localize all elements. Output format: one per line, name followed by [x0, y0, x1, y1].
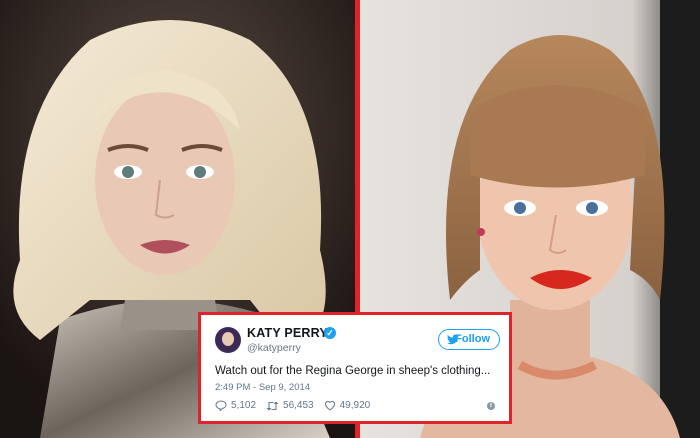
info-icon[interactable]: i	[487, 402, 495, 410]
retweet-icon	[266, 401, 279, 410]
tweet-text: Watch out for the Regina George in sheep…	[215, 365, 491, 377]
follow-label: Follow	[455, 333, 490, 345]
tweet-stats: 5,102 56,453 49,920	[215, 400, 380, 411]
tweet-author-handle[interactable]: @katyperry	[247, 342, 301, 354]
retweet-count: 56,453	[283, 400, 314, 411]
follow-button[interactable]: Follow	[438, 329, 500, 350]
like-stat[interactable]: 49,920	[324, 400, 371, 411]
like-count: 49,920	[339, 400, 371, 411]
reply-icon	[215, 400, 227, 411]
twitter-bird-icon	[447, 334, 459, 345]
verified-icon: ✓	[324, 327, 336, 339]
avatar[interactable]	[215, 327, 241, 353]
tweet-author-name[interactable]: KATY PERRY	[247, 326, 328, 340]
heart-icon	[324, 401, 335, 411]
tweet-timestamp[interactable]: 2:49 PM - Sep 9, 2014	[215, 382, 310, 393]
reply-stat[interactable]: 5,102	[215, 400, 256, 411]
retweet-stat[interactable]: 56,453	[266, 400, 314, 411]
embedded-tweet-card[interactable]: KATY PERRY ✓ @katyperry Follow Watch out…	[198, 312, 512, 424]
reply-count: 5,102	[231, 400, 257, 411]
